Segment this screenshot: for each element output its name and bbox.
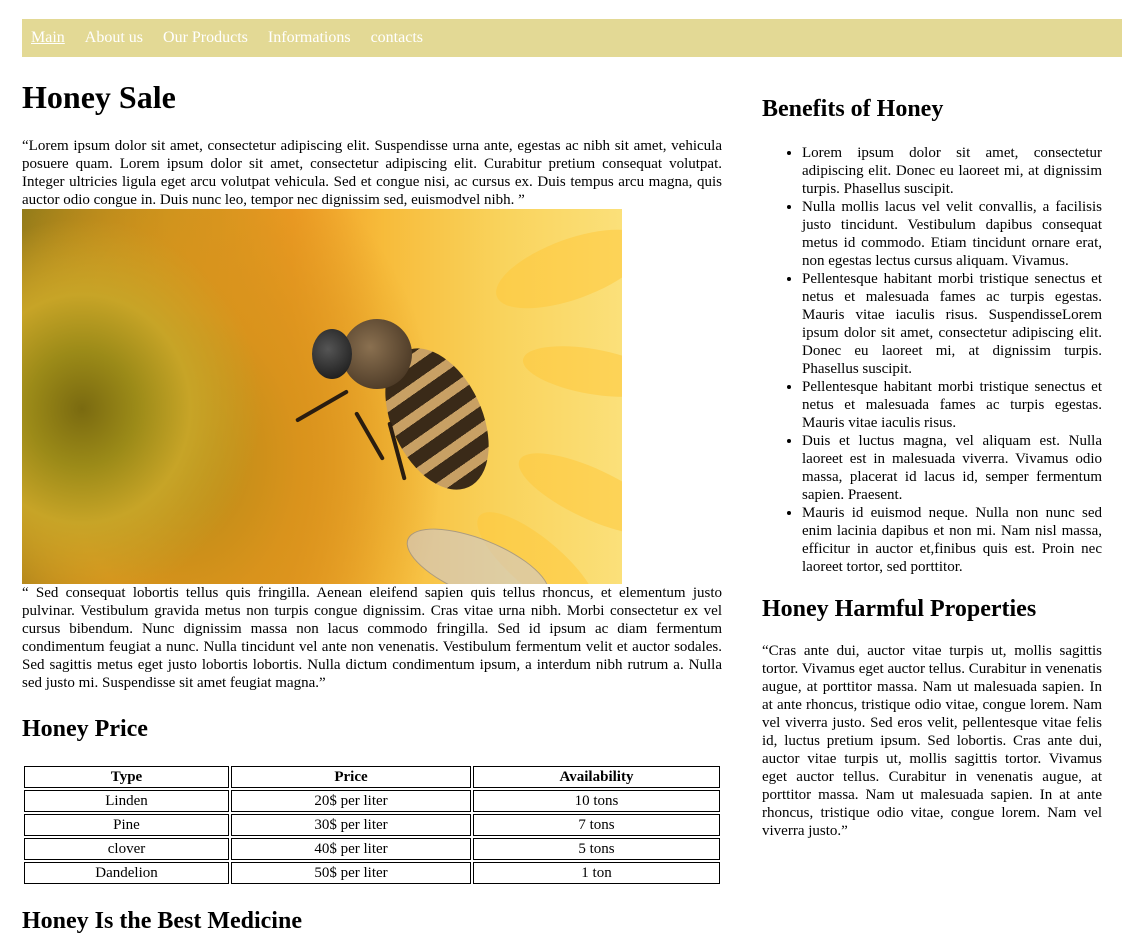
- table-cell: 30$ per liter: [231, 814, 471, 836]
- harmful-properties-paragraph: “Cras ante dui, auctor vitae turpis ut, …: [762, 643, 1102, 839]
- sidebar-column: Benefits of Honey Lorem ipsum dolor sit …: [762, 94, 1102, 840]
- bee-on-sunflower-image: [22, 209, 622, 584]
- table-row: Pine 30$ per liter 7 tons: [24, 814, 720, 836]
- table-cell: Dandelion: [24, 862, 229, 884]
- table-cell: 1 ton: [473, 862, 720, 884]
- table-cell: 7 tons: [473, 814, 720, 836]
- table-cell: 10 tons: [473, 790, 720, 812]
- list-item: Pellentesque habitant morbi tristique se…: [802, 378, 1102, 432]
- list-item: Lorem ipsum dolor sit amet, consectetur …: [802, 144, 1102, 198]
- column-header-price: Price: [231, 766, 471, 788]
- column-header-type: Type: [24, 766, 229, 788]
- list-item: Pellentesque habitant morbi tristique se…: [802, 270, 1102, 378]
- price-table: Type Price Availability Linden 20$ per l…: [22, 764, 722, 886]
- table-cell: 5 tons: [473, 838, 720, 860]
- nav-link-main[interactable]: Main: [31, 29, 65, 47]
- honey-price-heading: Honey Price: [22, 716, 148, 742]
- nav-link-our-products[interactable]: Our Products: [163, 29, 248, 47]
- table-row: Dandelion 50$ per liter 1 ton: [24, 862, 720, 884]
- nav-link-contacts[interactable]: contacts: [371, 29, 423, 47]
- table-row: Linden 20$ per liter 10 tons: [24, 790, 720, 812]
- table-row: clover 40$ per liter 5 tons: [24, 838, 720, 860]
- benefits-list: Lorem ipsum dolor sit amet, consectetur …: [762, 144, 1102, 576]
- table-cell: Pine: [24, 814, 229, 836]
- table-cell: Linden: [24, 790, 229, 812]
- table-cell: clover: [24, 838, 229, 860]
- table-cell: 20$ per liter: [231, 790, 471, 812]
- list-item: Nulla mollis lacus vel velit convallis, …: [802, 198, 1102, 270]
- body-paragraph: “ Sed consequat lobortis tellus quis fri…: [22, 585, 722, 691]
- main-column: Honey Sale “Lorem ipsum dolor sit amet, …: [22, 78, 722, 936]
- column-header-availability: Availability: [473, 766, 720, 788]
- harmful-properties-heading: Honey Harmful Properties: [762, 596, 1037, 622]
- table-header-row: Type Price Availability: [24, 766, 720, 788]
- page-title: Honey Sale: [22, 79, 176, 115]
- best-medicine-heading: Honey Is the Best Medicine: [22, 908, 302, 934]
- benefits-heading: Benefits of Honey: [762, 96, 944, 122]
- top-navbar: Main About us Our Products Informations …: [22, 19, 1122, 57]
- nav-link-about-us[interactable]: About us: [85, 29, 143, 47]
- intro-paragraph: “Lorem ipsum dolor sit amet, consectetur…: [22, 138, 722, 208]
- table-cell: 40$ per liter: [231, 838, 471, 860]
- list-item: Mauris id euismod neque. Nulla non nunc …: [802, 504, 1102, 576]
- table-cell: 50$ per liter: [231, 862, 471, 884]
- nav-link-informations[interactable]: Informations: [268, 29, 351, 47]
- list-item: Duis et luctus magna, vel aliquam est. N…: [802, 432, 1102, 504]
